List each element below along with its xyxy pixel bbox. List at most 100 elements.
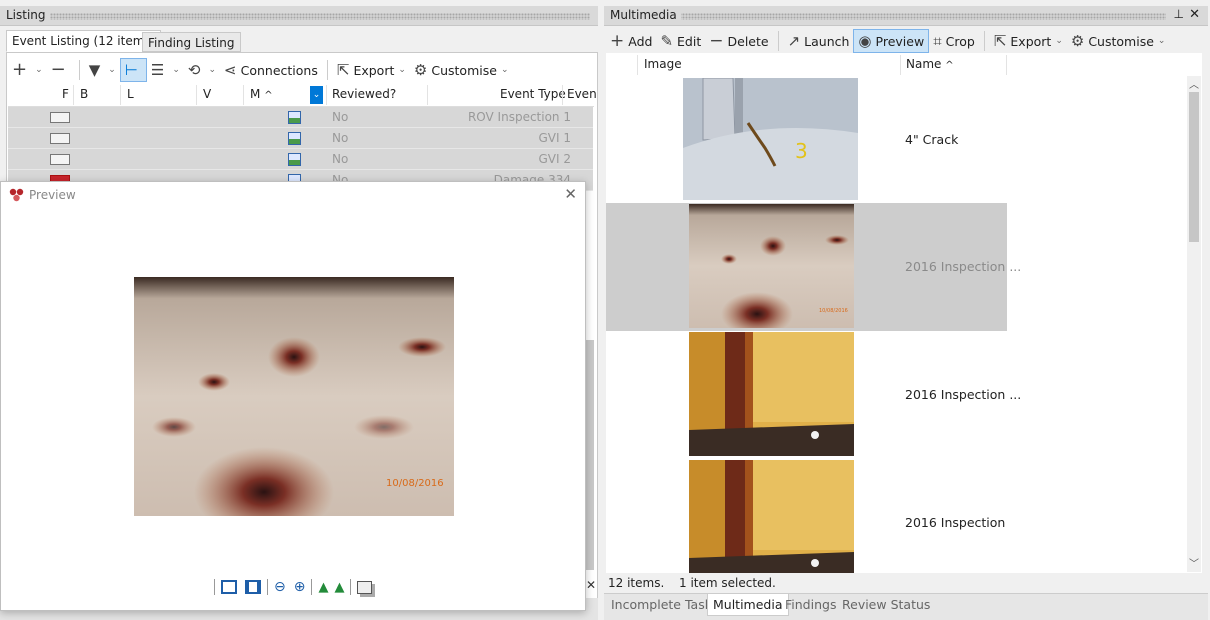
chevron-down-icon[interactable]: ⌄ xyxy=(501,65,509,75)
close-icon[interactable]: ✕ xyxy=(586,578,598,594)
chevron-down-icon[interactable]: ⌄ xyxy=(172,65,180,75)
preview-button[interactable]: ◉ Preview xyxy=(853,29,930,53)
column-header-f[interactable]: F xyxy=(62,87,69,105)
toolbar-separator xyxy=(350,579,352,595)
item-count: 12 items. xyxy=(608,576,665,590)
rotate-right-icon[interactable]: ▲ xyxy=(334,580,344,595)
column-divider[interactable] xyxy=(243,85,244,105)
tab-event-listing[interactable]: Event Listing (12 items) xyxy=(6,30,162,52)
column-divider[interactable] xyxy=(562,85,563,105)
table-row[interactable]: No GVI 1 xyxy=(8,128,593,149)
tab-findings[interactable]: Findings xyxy=(780,597,841,615)
event-type-cell: GVI 1 xyxy=(538,131,571,145)
column-header-name[interactable]: Name ^ xyxy=(906,57,954,75)
scroll-up-icon[interactable]: ︿ xyxy=(1189,76,1199,91)
list-item[interactable]: 2016 Inspection ... xyxy=(606,459,1007,573)
list-item[interactable]: 2016 Inspection ... xyxy=(606,331,1021,459)
flag-icon xyxy=(50,154,70,165)
list-view-button[interactable]: ☰ ⌄ xyxy=(147,58,184,82)
column-header-reviewed[interactable]: Reviewed? xyxy=(332,87,396,105)
multimedia-title: Multimedia xyxy=(610,8,681,22)
scrollbar-thumb[interactable] xyxy=(1189,92,1199,242)
toolbar-separator xyxy=(78,60,80,80)
table-row[interactable]: No GVI 2 xyxy=(8,149,593,170)
column-header-m[interactable]: M ^ xyxy=(250,87,273,105)
column-divider[interactable] xyxy=(1006,55,1007,75)
scroll-down-icon[interactable]: ﹀ xyxy=(1189,555,1199,570)
tab-multimedia[interactable]: Multimedia xyxy=(707,594,789,616)
close-icon[interactable]: ✕ xyxy=(1189,7,1200,22)
delete-button[interactable]: − Delete xyxy=(705,29,772,53)
column-divider[interactable] xyxy=(900,55,901,75)
plus-icon: + xyxy=(12,59,28,80)
column-divider[interactable] xyxy=(73,85,74,105)
export-button[interactable]: ⇱ Export ⌄ xyxy=(333,58,410,82)
column-divider[interactable] xyxy=(196,85,197,105)
chevron-down-icon[interactable]: ⌄ xyxy=(1055,36,1063,46)
image-icon[interactable] xyxy=(288,111,301,124)
preview-title: Preview xyxy=(29,188,76,202)
zoom-out-icon[interactable]: ⊖ xyxy=(274,579,286,595)
chevron-down-icon[interactable]: ⌄ xyxy=(398,65,406,75)
add-button[interactable]: + Add xyxy=(606,29,656,53)
rotate-left-icon[interactable]: ▲ xyxy=(318,580,328,595)
multimedia-scrollbar[interactable]: ︿ ﹀ xyxy=(1187,76,1201,572)
list-item[interactable]: 3 4" Crack xyxy=(606,76,1007,204)
column-divider[interactable] xyxy=(427,85,428,105)
chevron-down-icon[interactable]: ⌄ xyxy=(108,65,116,75)
preview-photo: 10/08/2016 xyxy=(134,277,454,516)
export-label: Export xyxy=(1010,33,1052,49)
tab-incomplete-tasks[interactable]: Incomplete Tasks xyxy=(606,597,723,615)
column-filter-button[interactable]: ⌄ xyxy=(310,86,323,104)
close-icon[interactable]: ✕ xyxy=(564,185,577,203)
column-header-b[interactable]: B xyxy=(80,87,88,105)
connections-label: Connections xyxy=(240,62,318,78)
minus-icon: − xyxy=(50,59,66,80)
preview-titlebar[interactable]: Preview ✕ xyxy=(1,182,585,208)
column-divider[interactable] xyxy=(120,85,121,105)
chevron-down-icon[interactable]: ⌄ xyxy=(208,65,216,75)
list-item[interactable]: 10/08/2016 2016 Inspection ... xyxy=(606,203,1021,331)
remove-button[interactable]: − xyxy=(47,58,74,82)
image-icon[interactable] xyxy=(288,153,301,166)
event-type-text: GVI xyxy=(538,131,560,145)
copy-icon[interactable] xyxy=(357,580,373,594)
listing-scrollbar[interactable] xyxy=(586,340,594,570)
chevron-down-icon[interactable]: ⌄ xyxy=(1158,36,1166,46)
column-divider[interactable] xyxy=(326,85,327,105)
app-logo-icon xyxy=(9,188,24,202)
fit-width-icon[interactable] xyxy=(245,580,261,594)
tree-view-button[interactable]: ⊢ xyxy=(119,58,147,82)
zoom-in-icon[interactable]: ⊕ xyxy=(294,579,306,595)
fit-page-icon[interactable] xyxy=(221,580,237,594)
plus-icon: + xyxy=(610,30,625,51)
filter-icon: ▼ xyxy=(88,60,101,79)
link-button[interactable]: ⟲ ⌄ xyxy=(184,58,220,82)
export-button[interactable]: ⇱ Export ⌄ xyxy=(990,29,1067,53)
chevron-down-icon[interactable]: ⌄ xyxy=(35,65,43,75)
pin-icon[interactable]: ⊥ xyxy=(1174,7,1184,21)
tab-finding-listing[interactable]: Finding Listing xyxy=(142,32,241,52)
thumbnail-image: 3 xyxy=(683,78,858,200)
table-row[interactable]: No ROV Inspection 1 xyxy=(8,107,593,128)
image-icon[interactable] xyxy=(288,132,301,145)
column-header-v[interactable]: V xyxy=(203,87,211,105)
customise-label: Customise xyxy=(431,62,497,78)
minus-icon: − xyxy=(709,30,724,51)
column-divider[interactable] xyxy=(637,55,638,75)
launch-button[interactable]: ↗ Launch xyxy=(784,29,854,53)
column-header-image[interactable]: Image xyxy=(644,57,682,75)
connections-button[interactable]: ⋖ Connections xyxy=(220,58,322,82)
customise-button[interactable]: ⚙ Customise ⌄ xyxy=(1067,29,1170,53)
crop-button[interactable]: ⌗ Crop xyxy=(929,29,979,53)
column-header-l[interactable]: L xyxy=(127,87,134,105)
column-header-event[interactable]: Even xyxy=(567,87,597,105)
add-button[interactable]: + ⌄ xyxy=(8,58,47,82)
listing-toolbar: + ⌄ − ▼ ⌄ ⊢ ☰ ⌄ ⟲ ⌄ ⋖ Connections ⇱ Export ⌄ ⚙ C… xyxy=(8,55,596,85)
edit-button[interactable]: ✎ Edit xyxy=(656,29,705,53)
customise-button[interactable]: ⚙ Customise ⌄ xyxy=(410,58,513,82)
column-header-event-type[interactable]: Event Type xyxy=(500,87,566,105)
thumbnail-image xyxy=(689,460,854,573)
tab-review-status[interactable]: Review Status xyxy=(837,597,935,615)
filter-button[interactable]: ▼ ⌄ xyxy=(85,58,120,82)
